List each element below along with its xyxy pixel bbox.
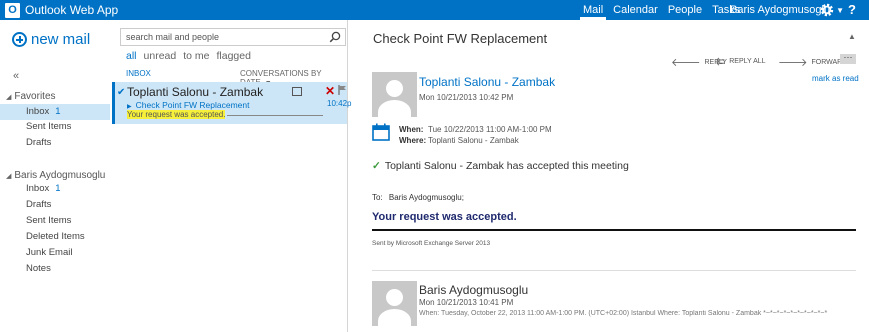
nav-calendar[interactable]: Calendar [608,0,663,20]
filter-flagged[interactable]: flagged [216,50,250,62]
mark-as-read-link[interactable]: mark as read [812,74,859,83]
top-nav: Mail Calendar People Tasks [578,0,745,20]
calendar-icon [372,123,390,141]
item-sender: Toplanti Salonu - Zambak [127,85,264,99]
checkmark-icon[interactable]: ✔ [117,87,125,98]
item-time: 10:42p [327,99,352,108]
top-bar: O Outlook Web App Mail Calendar People T… [0,0,869,20]
item-preview: Your request was accepted. [127,110,324,119]
message-sender[interactable]: Toplanti Salonu - Zambak [419,75,555,89]
folder-pane: new mail « ◢ Favorites Inbox 1 Sent Items … [0,20,110,332]
where-value: Toplanti Salonu - Zambak [428,136,519,145]
outlook-logo-icon: O [5,2,20,18]
nav-people[interactable]: People [663,0,707,20]
message-date: Mon 10/21/2013 10:41 PM [419,298,514,307]
sent-by-footer: Sent by Microsoft Exchange Server 2013 [372,240,491,247]
delete-icon[interactable]: ✕ [325,84,335,98]
flag-icon[interactable] [338,85,347,95]
preview-underline [227,115,324,116]
conversation-subject: Check Point FW Replacement [373,31,548,46]
app-title: Outlook Web App [25,3,119,17]
search-placeholder: search mail and people [126,32,220,42]
folder-notes[interactable]: Notes [0,261,110,277]
recipients-line: To: Baris Aydogmusoglu; [372,193,464,202]
collapse-pane-icon[interactable]: « [13,70,19,82]
unread-count: 1 [55,183,61,194]
forward-button[interactable]: 🡒 FORWARD [778,55,847,69]
nav-mail[interactable]: Mail [578,0,608,20]
favorites-folder-inbox[interactable]: Inbox 1 [0,104,110,120]
when-label: When: [399,125,424,134]
folder-inbox[interactable]: Inbox 1 [0,181,110,197]
gear-icon[interactable] [819,2,835,18]
folder-junk-email[interactable]: Junk Email [0,245,110,261]
folder-drafts[interactable]: Drafts [0,197,110,213]
collapse-triangle-icon: ◢ [6,94,12,101]
user-name: Baris Aydogmusoglu [730,4,831,16]
reading-pane: Check Point FW Replacement ▲ 🡐 REPLY ⇇ REP… [349,20,869,332]
more-actions-button[interactable]: ··· [840,53,856,64]
body-divider [372,229,856,231]
when-value: Tue 10/22/2013 11:00 AM-1:00 PM [428,125,552,134]
to-value[interactable]: Baris Aydogmusoglu; [389,193,464,202]
list-folder-label: INBOX [126,69,151,78]
favorites-folder-drafts[interactable]: Drafts [0,135,110,151]
collapse-triangle-icon: ◢ [6,173,12,180]
list-item[interactable]: ✔ Toplanti Salonu - Zambak ▶ Check Point … [112,82,351,124]
folder-sent-items[interactable]: Sent Items [0,213,110,229]
account-header[interactable]: ◢ Baris Aydogmusoglu [6,170,105,181]
checkmark-icon: ✓ [372,160,381,172]
chevron-down-icon: ▼ [836,6,845,15]
search-icon[interactable] [329,31,341,43]
where-label: Where: [399,136,427,145]
item-subject: ▶ Check Point FW Replacement [127,100,250,110]
filter-all[interactable]: all [126,50,137,62]
plus-circle-icon [12,32,27,47]
folder-deleted-items[interactable]: Deleted Items [0,229,110,245]
filter-bar: all unread to me flagged [126,50,251,62]
reply-all-arrow-icon: ⇇ [716,56,726,68]
new-mail-button[interactable]: new mail [12,31,90,48]
forward-arrow-icon: 🡒 [778,57,808,69]
filter-to-me[interactable]: to me [183,50,209,62]
new-mail-label: new mail [31,31,91,48]
message-body-heading: Your request was accepted. [372,211,517,223]
message-sender[interactable]: Baris Aydogmusoglu [419,283,528,297]
message-date: Mon 10/21/2013 10:42 PM [419,93,514,102]
avatar [372,281,417,326]
unread-count: 1 [55,106,61,117]
calendar-icon [292,87,302,96]
to-label: To: [372,193,383,202]
search-input[interactable]: search mail and people [120,28,346,46]
message-divider [372,270,856,271]
avatar [372,72,417,117]
reply-all-button[interactable]: ⇇ REPLY ALL [716,55,766,68]
filter-unread[interactable]: unread [144,50,177,62]
meeting-accepted-notice: ✓ Toplanti Salonu - Zambak has accepted t… [372,160,629,172]
message-preview[interactable]: When: Tuesday, October 22, 2013 11:00 AM… [419,310,856,317]
favorites-folder-sent-items[interactable]: Sent Items [0,119,110,135]
message-list-pane: search mail and people all unread to me … [112,20,351,332]
favorites-header[interactable]: ◢ Favorites [6,91,56,102]
app-brand[interactable]: O Outlook Web App [5,2,118,18]
reply-arrow-icon: 🡐 [671,57,701,69]
help-icon[interactable]: ? [848,0,856,20]
collapse-up-icon[interactable]: ▲ [848,32,856,41]
